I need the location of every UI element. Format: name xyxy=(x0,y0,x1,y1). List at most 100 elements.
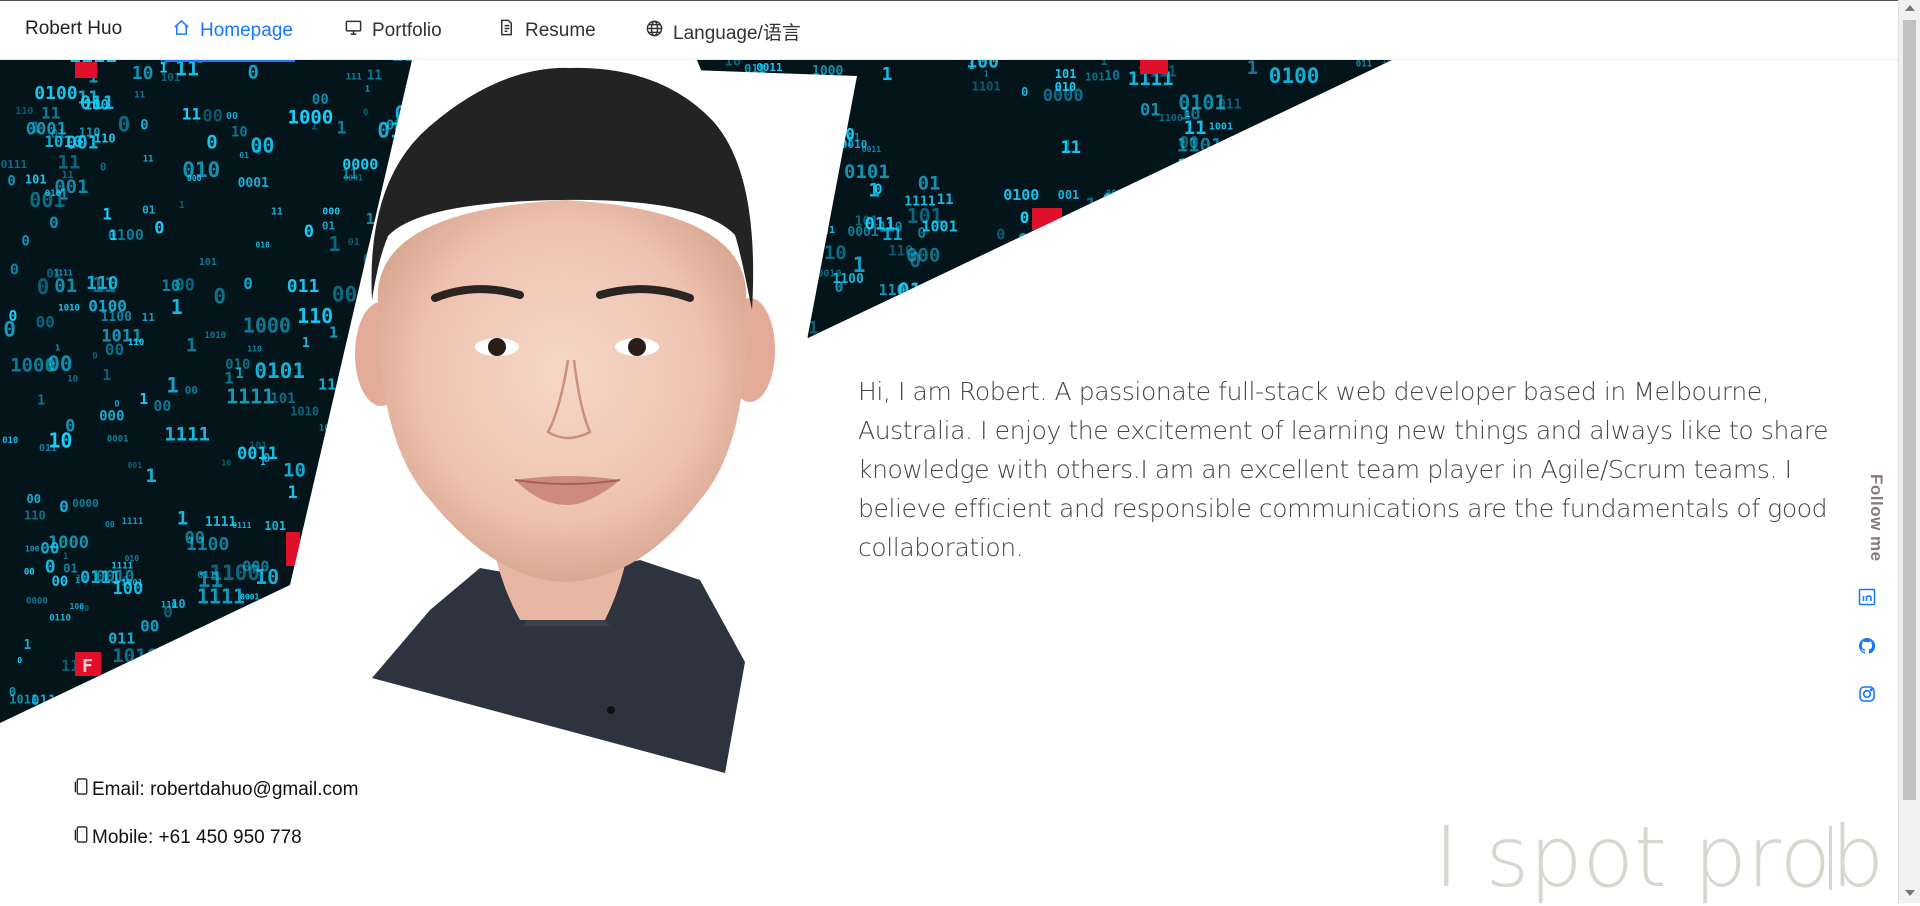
hero-section: 1010000001110101100011111001100111000001… xyxy=(0,60,1898,780)
svg-text:1: 1 xyxy=(1241,297,1246,306)
mobile-text[interactable]: Mobile: +61 450 950 778 xyxy=(92,827,302,849)
svg-text:000: 000 xyxy=(328,541,343,550)
svg-text:10: 10 xyxy=(213,639,230,655)
phone-icon xyxy=(74,777,90,802)
svg-text:000: 000 xyxy=(1349,294,1364,303)
brand-name[interactable]: Robert Huo xyxy=(25,18,122,40)
svg-text:001: 001 xyxy=(1058,188,1080,202)
svg-text:000: 000 xyxy=(187,174,202,183)
svg-text:0: 0 xyxy=(257,600,267,620)
svg-text:0110: 0110 xyxy=(297,651,328,666)
svg-text:0: 0 xyxy=(213,284,226,308)
svg-text:1: 1 xyxy=(179,200,185,211)
svg-text:0: 0 xyxy=(17,656,22,665)
svg-text:1: 1 xyxy=(171,295,183,319)
svg-text:01: 01 xyxy=(142,204,156,217)
svg-text:0001: 0001 xyxy=(26,119,67,139)
svg-text:0: 0 xyxy=(1120,327,1127,340)
svg-text:1000: 1000 xyxy=(288,106,334,128)
svg-text:1: 1 xyxy=(302,336,310,351)
svg-text:10: 10 xyxy=(161,276,180,295)
svg-text:10: 10 xyxy=(132,63,154,84)
svg-text:01: 01 xyxy=(1140,101,1160,121)
svg-text:0: 0 xyxy=(358,478,369,499)
svg-text:000: 000 xyxy=(99,408,124,424)
nav-item-language[interactable]: Language/语言 xyxy=(645,18,801,45)
svg-text:11: 11 xyxy=(134,91,145,101)
scrollbar-thumb[interactable] xyxy=(1903,20,1916,800)
scroll-up-arrow-icon[interactable] xyxy=(1905,5,1915,11)
svg-text:10: 10 xyxy=(1259,174,1277,192)
svg-text:1: 1 xyxy=(24,638,32,653)
scroll-down-arrow-icon[interactable] xyxy=(1905,890,1915,896)
svg-text:00: 00 xyxy=(202,107,222,127)
nav-item-homepage[interactable]: Homepage xyxy=(164,18,295,62)
svg-text:00: 00 xyxy=(185,529,205,549)
svg-text:0010: 0010 xyxy=(1324,230,1346,240)
svg-text:0100: 0100 xyxy=(1269,64,1320,88)
svg-text:1: 1 xyxy=(145,465,156,487)
email-text[interactable]: Email: robertdahuo@gmail.com xyxy=(92,779,358,801)
svg-text:1001: 1001 xyxy=(1209,121,1233,132)
svg-text:0: 0 xyxy=(1020,208,1030,227)
svg-text:0001: 0001 xyxy=(137,657,188,681)
nav-item-resume[interactable]: Resume xyxy=(497,18,596,43)
svg-text:0000: 0000 xyxy=(282,713,301,722)
svg-text:0: 0 xyxy=(363,250,372,268)
svg-text:000: 000 xyxy=(322,206,340,217)
home-icon xyxy=(172,18,191,43)
svg-text:0111: 0111 xyxy=(1165,214,1213,238)
linkedin-link[interactable] xyxy=(1858,588,1876,606)
svg-text:0: 0 xyxy=(1297,188,1303,199)
svg-text:10: 10 xyxy=(48,429,72,453)
svg-text:11: 11 xyxy=(1247,245,1267,265)
svg-text:01: 01 xyxy=(1328,87,1344,102)
svg-text:0: 0 xyxy=(118,112,131,136)
svg-text:11: 11 xyxy=(210,705,224,718)
svg-text:11: 11 xyxy=(318,376,336,394)
svg-text:0: 0 xyxy=(366,281,371,291)
svg-text:011: 011 xyxy=(1148,199,1182,221)
svg-text:00: 00 xyxy=(1340,320,1353,333)
svg-text:00: 00 xyxy=(105,520,115,529)
svg-text:010: 010 xyxy=(225,357,250,373)
svg-text:1001: 1001 xyxy=(922,217,958,235)
svg-text:0101: 0101 xyxy=(844,161,890,183)
svg-text:110: 110 xyxy=(247,344,262,353)
svg-text:0011: 0011 xyxy=(756,61,783,74)
svg-text:001: 001 xyxy=(128,461,143,470)
svg-text:0: 0 xyxy=(21,233,29,249)
github-link[interactable] xyxy=(1858,637,1876,655)
svg-text:0: 0 xyxy=(325,670,331,681)
svg-text:1: 1 xyxy=(240,604,253,628)
svg-text:0: 0 xyxy=(114,400,119,410)
svg-text:0: 0 xyxy=(206,132,217,154)
svg-text:0001: 0001 xyxy=(344,173,363,182)
svg-text:0: 0 xyxy=(363,108,368,118)
top-navigation-bar: Robert Huo Homepage Portfolio Resume Lan… xyxy=(0,0,1898,62)
svg-text:0: 0 xyxy=(183,631,192,649)
profile-photo xyxy=(355,60,857,773)
svg-text:011: 011 xyxy=(1356,60,1372,70)
svg-text:0: 0 xyxy=(379,681,389,700)
typing-slogan: I spot prob xyxy=(1434,808,1885,906)
phone-icon xyxy=(74,825,90,850)
page-scrollbar[interactable] xyxy=(1898,0,1920,903)
svg-text:011: 011 xyxy=(1384,303,1420,327)
svg-text:1: 1 xyxy=(166,373,179,397)
nav-item-portfolio[interactable]: Portfolio xyxy=(344,18,442,43)
instagram-link[interactable] xyxy=(1858,685,1876,703)
svg-text:0011: 0011 xyxy=(237,444,278,464)
svg-text:1111: 1111 xyxy=(904,195,935,210)
svg-text:1: 1 xyxy=(1148,209,1156,225)
svg-text:00: 00 xyxy=(140,617,159,636)
svg-text:1: 1 xyxy=(1194,227,1199,236)
svg-text:00: 00 xyxy=(242,684,264,705)
svg-text:1100: 1100 xyxy=(209,561,260,585)
svg-text:1001: 1001 xyxy=(1315,246,1366,270)
svg-text:1: 1 xyxy=(288,483,298,503)
svg-text:0001: 0001 xyxy=(1374,303,1401,316)
svg-text:11: 11 xyxy=(94,679,104,688)
svg-text:00: 00 xyxy=(1179,133,1199,153)
svg-text:10: 10 xyxy=(1135,186,1151,201)
